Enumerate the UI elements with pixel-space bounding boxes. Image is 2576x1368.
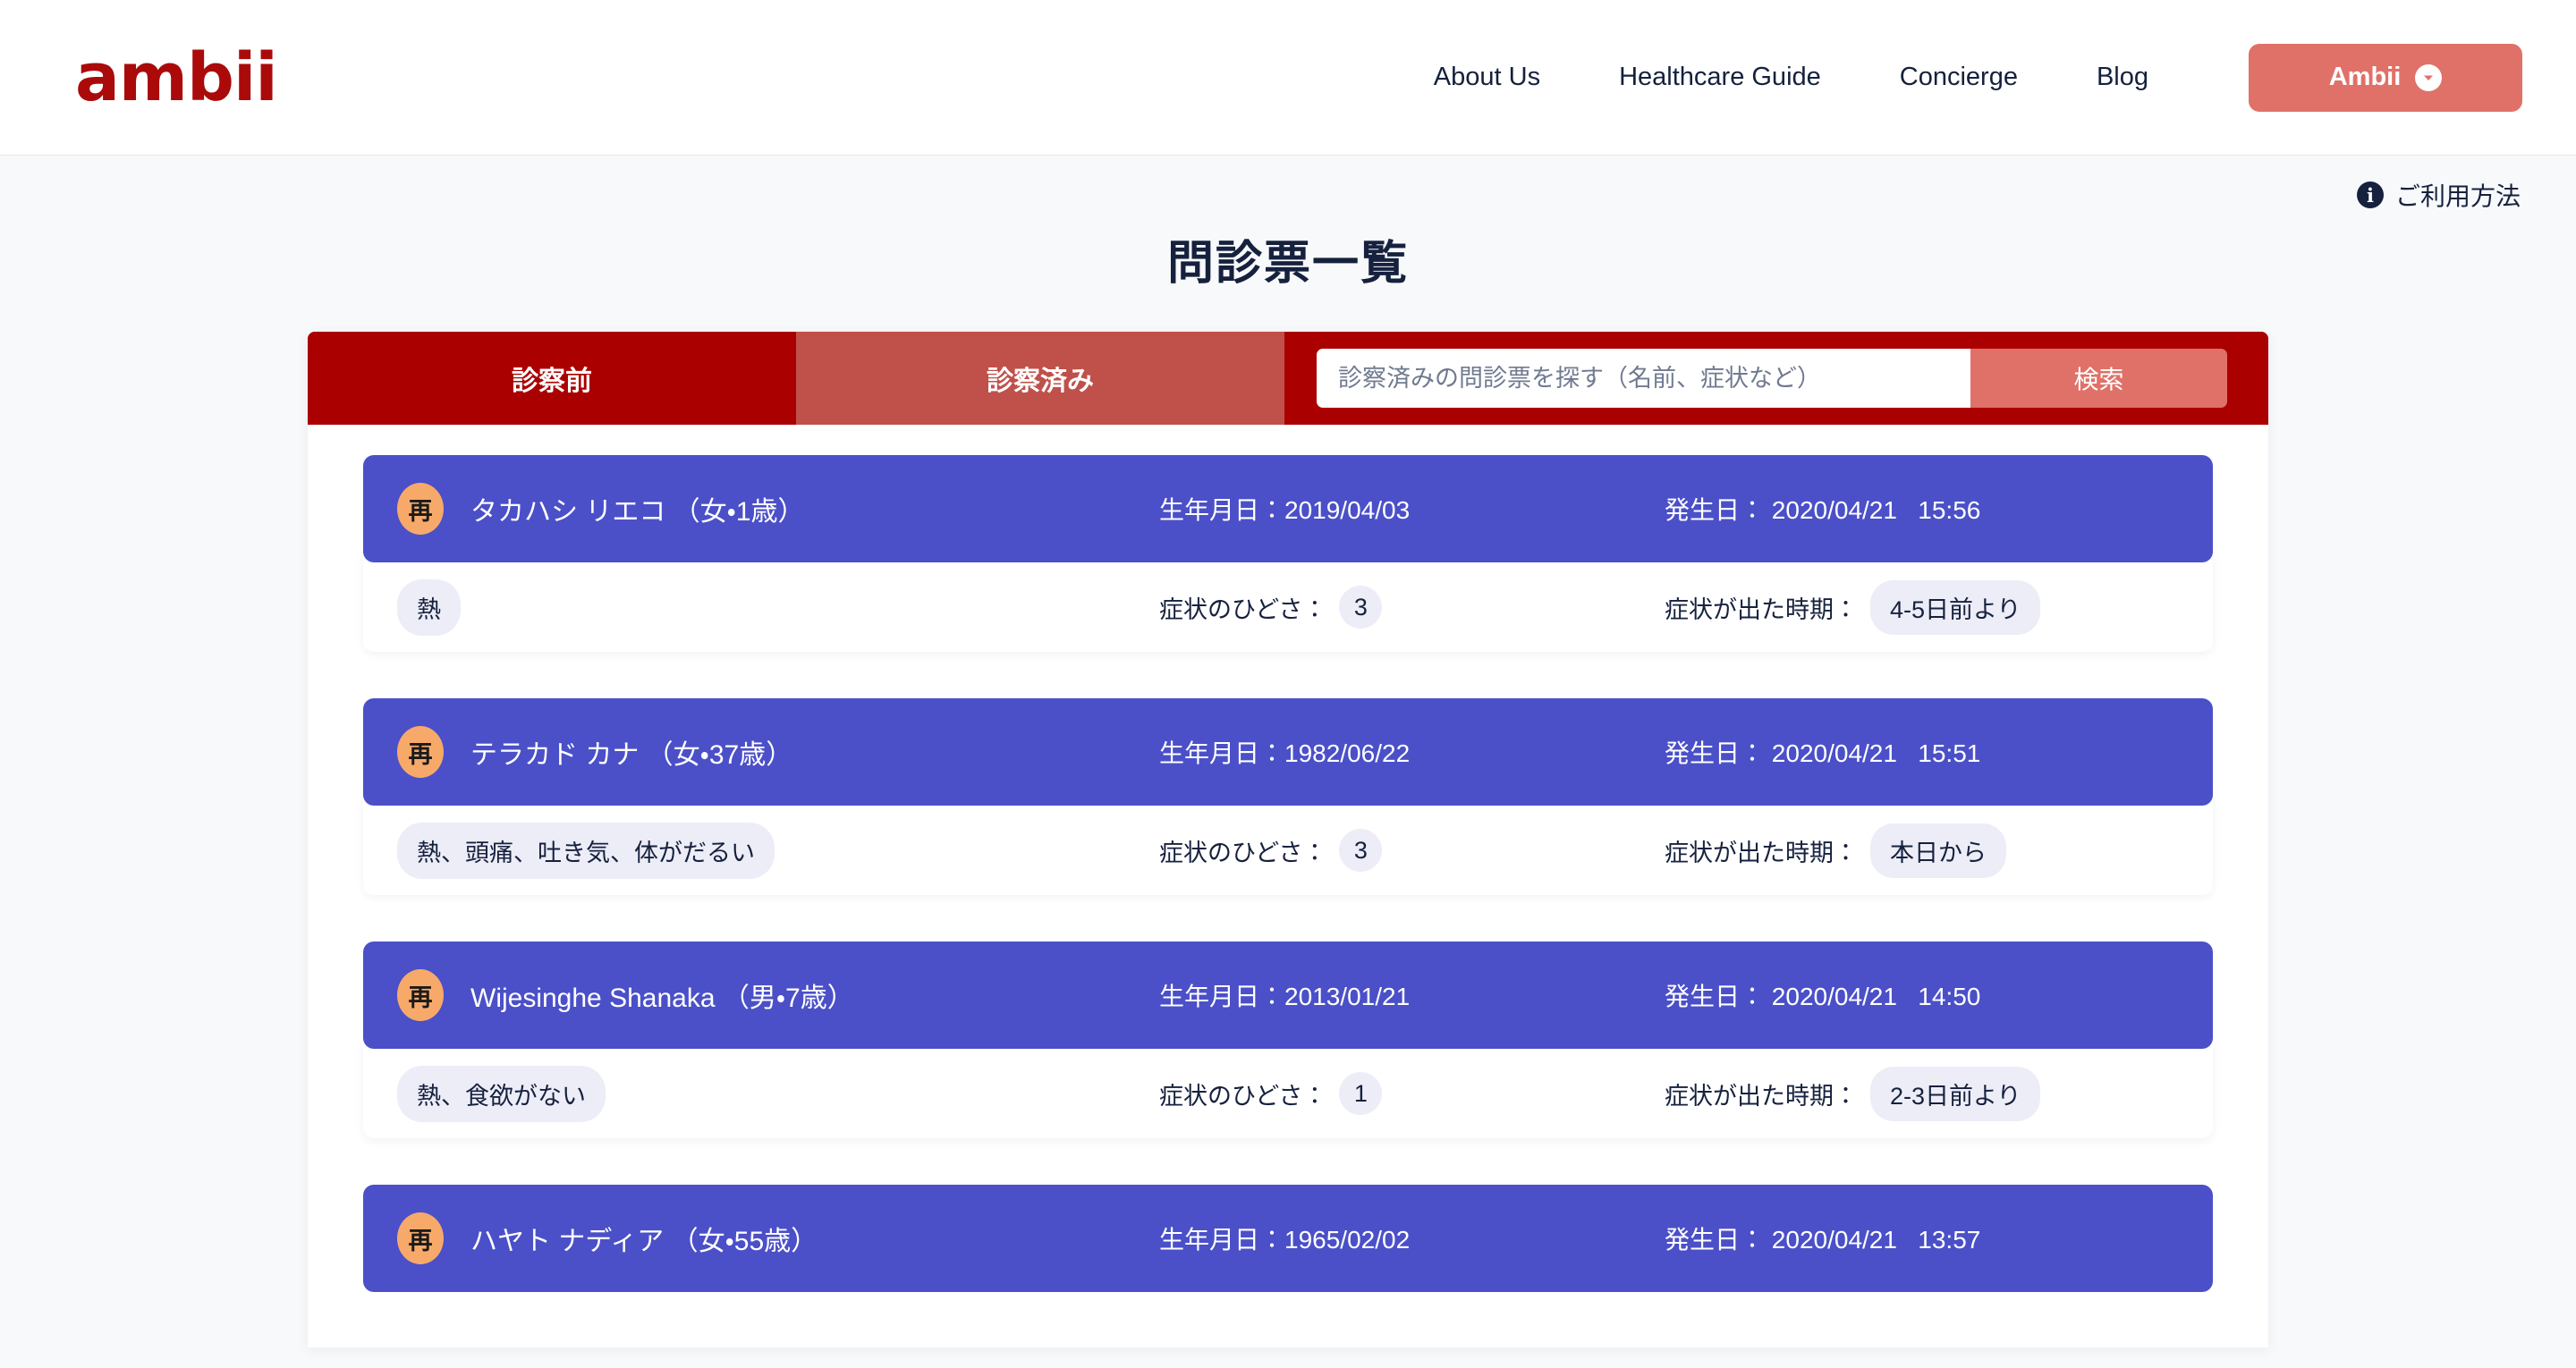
nav-item-healthcare-guide[interactable]: Healthcare Guide <box>1580 63 1860 92</box>
birth-date-field: 生年月日：2013/01/21 <box>1159 977 1410 1013</box>
severity-label: 症状のひどさ： <box>1159 1082 1327 1110</box>
birth-date-label: 生年月日： <box>1159 983 1285 1010</box>
revisit-badge: 再 <box>397 726 444 778</box>
birth-date-value: 2013/01/21 <box>1284 983 1411 1010</box>
severity-label: 症状のひどさ： <box>1159 595 1327 623</box>
search-area: 検索 <box>1284 332 2268 425</box>
severity-field: 症状のひどさ： 1 <box>1159 1072 1383 1115</box>
patient-name: テラカド カナ （女・37歳） <box>470 740 793 770</box>
questionnaire-card-list: 再 タカハシ リエコ （女・1歳） 生年月日：2019/04/03 発生日： 2… <box>308 425 2268 1292</box>
onset-time-value: 15:51 <box>1918 739 1981 767</box>
questionnaire-card[interactable]: 再 タカハシ リエコ （女・1歳） 生年月日：2019/04/03 発生日： 2… <box>363 455 2213 652</box>
onset-date-field: 発生日： 2020/04/21 15:51 <box>1665 734 1980 770</box>
tab-examined[interactable]: 診察済み <box>796 332 1284 425</box>
search-wrap: 検索 <box>1317 349 2227 408</box>
onset-date-label: 発生日： <box>1665 1226 1766 1254</box>
questionnaire-card[interactable]: 再 テラカド カナ （女・37歳） 生年月日：1982/06/22 発生日： 2… <box>363 698 2213 895</box>
questionnaire-card[interactable]: 再 ハヤト ナディア （女・55歳） 生年月日：1965/02/02 発生日： … <box>363 1185 2213 1292</box>
severity-label: 症状のひどさ： <box>1159 839 1327 866</box>
birth-date-field: 生年月日：1965/02/02 <box>1159 1220 1410 1256</box>
account-menu-label: Ambii <box>2328 63 2402 91</box>
since-label: 症状が出た時期： <box>1665 595 1858 623</box>
onset-date-field: 発生日： 2020/04/21 14:50 <box>1665 977 1980 1013</box>
patient-name: ハヤト ナディア （女・55歳） <box>470 1227 818 1256</box>
revisit-badge: 再 <box>397 483 444 535</box>
severity-value: 1 <box>1339 1072 1383 1115</box>
search-input[interactable] <box>1317 349 1970 408</box>
search-button[interactable]: 検索 <box>1970 349 2227 408</box>
since-field: 症状が出た時期： 4-5日前より <box>1665 579 2041 635</box>
symptoms-pill: 熱 <box>397 578 461 636</box>
birth-date-field: 生年月日：1982/06/22 <box>1159 734 1410 770</box>
onset-date-field: 発生日： 2020/04/21 15:56 <box>1665 491 1980 527</box>
site-logo[interactable]: ambii <box>75 45 278 111</box>
site-header: ambii About Us Healthcare Guide Concierg… <box>0 0 2576 156</box>
birth-date-value: 2019/04/03 <box>1284 496 1411 524</box>
since-value: 本日から <box>1870 823 2006 878</box>
birth-date-label: 生年月日： <box>1159 739 1285 767</box>
onset-date-value: 2020/04/21 <box>1771 739 1897 767</box>
onset-date-value: 2020/04/21 <box>1771 1226 1897 1254</box>
primary-navigation: About Us Healthcare Guide Concierge Blog… <box>1394 43 2522 112</box>
tab-before-examination[interactable]: 診察前 <box>308 332 796 425</box>
since-field: 症状が出た時期： 2-3日前より <box>1665 1066 2041 1121</box>
nav-item-about-us[interactable]: About Us <box>1394 63 1580 92</box>
onset-date-value: 2020/04/21 <box>1771 496 1897 524</box>
onset-date-label: 発生日： <box>1665 496 1766 524</box>
birth-date-value: 1982/06/22 <box>1284 739 1411 767</box>
severity-value: 3 <box>1339 586 1383 629</box>
onset-time-value: 15:56 <box>1918 496 1981 524</box>
page-title: 問診票一覧 <box>1166 238 1409 290</box>
questionnaire-card[interactable]: 再 Wijesinghe Shanaka （男・7歳） 生年月日：2013/01… <box>363 942 2213 1138</box>
onset-date-label: 発生日： <box>1665 983 1766 1010</box>
card-header[interactable]: 再 Wijesinghe Shanaka （男・7歳） 生年月日：2013/01… <box>363 942 2213 1049</box>
onset-date-value: 2020/04/21 <box>1771 983 1897 1010</box>
card-header[interactable]: 再 タカハシ リエコ （女・1歳） 生年月日：2019/04/03 発生日： 2… <box>363 455 2213 562</box>
since-field: 症状が出た時期： 本日から <box>1665 823 2006 878</box>
how-to-use-link[interactable]: i ご利用方法 <box>2356 177 2521 213</box>
birth-date-label: 生年月日： <box>1159 496 1285 524</box>
onset-time-value: 13:57 <box>1918 1226 1981 1254</box>
onset-date-label: 発生日： <box>1665 739 1766 767</box>
symptoms-pill: 熱、頭痛、吐き気、体がだるい <box>397 822 775 879</box>
onset-time-value: 14:50 <box>1918 983 1981 1010</box>
since-value: 4-5日前より <box>1870 579 2041 635</box>
chevron-down-circle-icon <box>2415 63 2443 91</box>
questionnaire-panel: 診察前 診察済み 検索 再 タカハシ リエコ （女・1歳） 生年月日：2019/… <box>308 332 2268 1347</box>
nav-item-concierge[interactable]: Concierge <box>1860 63 2057 92</box>
severity-field: 症状のひどさ： 3 <box>1159 829 1383 872</box>
account-menu-button[interactable]: Ambii <box>2249 43 2522 112</box>
onset-date-field: 発生日： 2020/04/21 13:57 <box>1665 1220 1980 1256</box>
how-to-use-label: ご利用方法 <box>2394 182 2521 210</box>
help-row: i ご利用方法 <box>0 156 2576 213</box>
card-header[interactable]: 再 ハヤト ナディア （女・55歳） 生年月日：1965/02/02 発生日： … <box>363 1185 2213 1292</box>
card-body: 熱、頭痛、吐き気、体がだるい 症状のひどさ： 3 症状が出た時期： 本日から <box>363 795 2213 895</box>
patient-name: タカハシ リエコ （女・1歳） <box>470 497 805 527</box>
birth-date-value: 1965/02/02 <box>1284 1226 1411 1254</box>
since-value: 2-3日前より <box>1870 1066 2041 1121</box>
card-body: 熱、食欲がない 症状のひどさ： 1 症状が出た時期： 2-3日前より <box>363 1038 2213 1138</box>
tab-bar: 診察前 診察済み 検索 <box>308 332 2268 425</box>
revisit-badge: 再 <box>397 969 444 1021</box>
card-body: 熱 症状のひどさ： 3 症状が出た時期： 4-5日前より <box>363 552 2213 652</box>
since-label: 症状が出た時期： <box>1665 1082 1858 1110</box>
severity-value: 3 <box>1339 829 1383 872</box>
birth-date-field: 生年月日：2019/04/03 <box>1159 491 1410 527</box>
info-icon: i <box>2356 182 2384 208</box>
birth-date-label: 生年月日： <box>1159 1226 1285 1254</box>
patient-name: Wijesinghe Shanaka （男・7歳） <box>470 984 854 1013</box>
nav-item-blog[interactable]: Blog <box>2057 63 2188 92</box>
revisit-badge: 再 <box>397 1212 444 1264</box>
severity-field: 症状のひどさ： 3 <box>1159 586 1383 629</box>
since-label: 症状が出た時期： <box>1665 839 1858 866</box>
card-header[interactable]: 再 テラカド カナ （女・37歳） 生年月日：1982/06/22 発生日： 2… <box>363 698 2213 806</box>
symptoms-pill: 熱、食欲がない <box>397 1065 606 1122</box>
